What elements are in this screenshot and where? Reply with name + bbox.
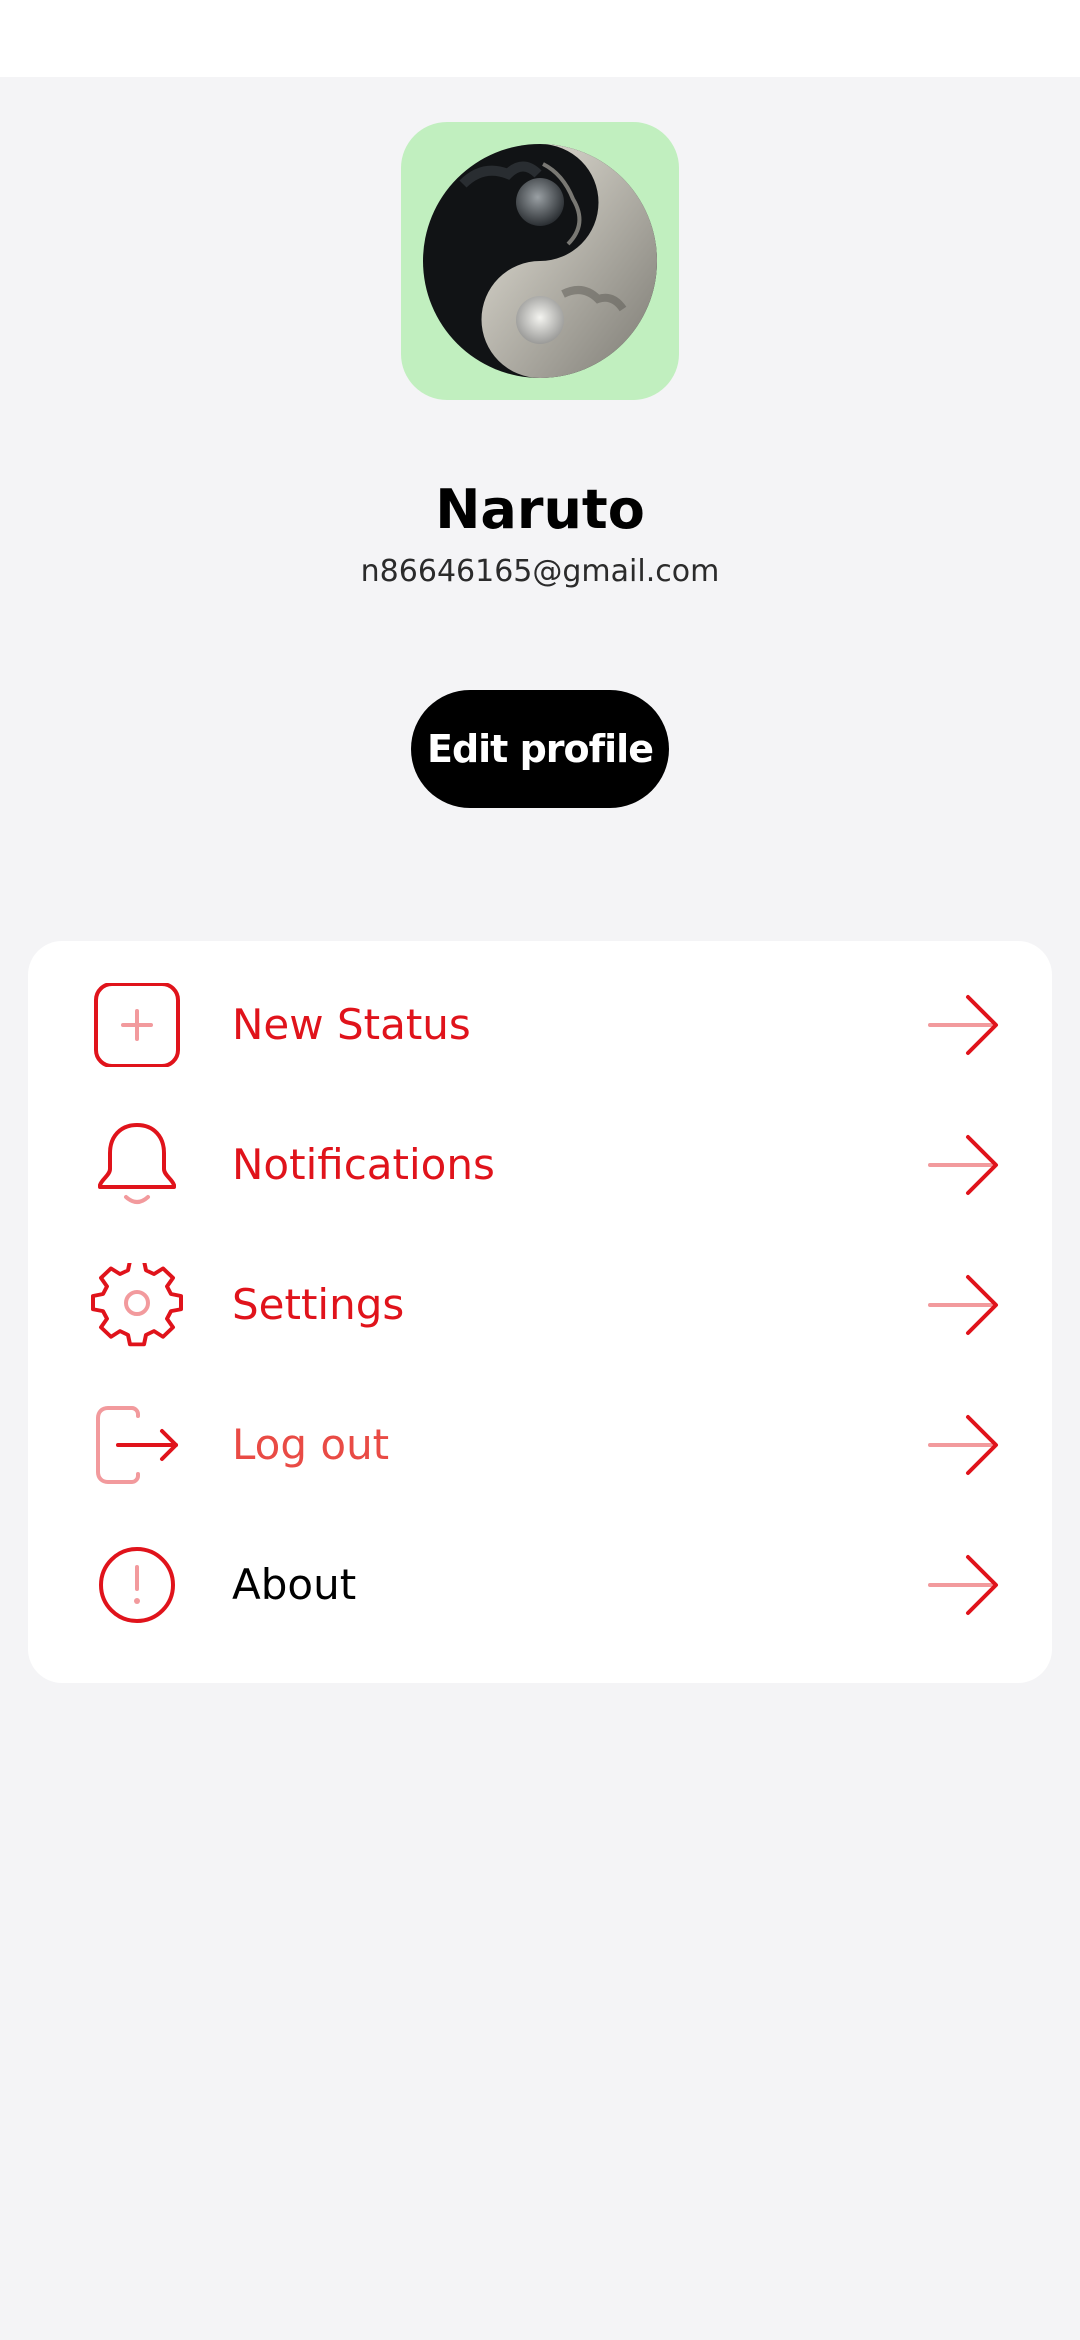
arrow-right-icon bbox=[928, 1555, 998, 1615]
menu-item-label: Log out bbox=[232, 1420, 390, 1469]
arrow-right-icon bbox=[928, 995, 998, 1055]
profile-name: Naruto bbox=[435, 478, 645, 541]
menu-card: New Status Notifications Settings Log ou… bbox=[28, 941, 1052, 1683]
bell-icon bbox=[98, 1123, 176, 1204]
menu-item-notifications[interactable]: Notifications bbox=[28, 1095, 1052, 1235]
menu-item-about[interactable]: About bbox=[28, 1515, 1052, 1655]
logout-icon bbox=[96, 1406, 178, 1484]
avatar[interactable] bbox=[401, 122, 679, 400]
arrow-right-icon bbox=[928, 1135, 998, 1195]
menu-item-new-status[interactable]: New Status bbox=[28, 955, 1052, 1095]
profile-email: n86646165@gmail.com bbox=[360, 554, 720, 589]
menu-item-label: About bbox=[232, 1560, 357, 1609]
avatar-image bbox=[423, 144, 657, 378]
gear-icon bbox=[91, 1263, 183, 1347]
arrow-right-icon bbox=[928, 1275, 998, 1335]
menu-item-label: Settings bbox=[232, 1280, 405, 1329]
menu-item-log-out[interactable]: Log out bbox=[28, 1375, 1052, 1515]
menu-item-label: Notifications bbox=[232, 1140, 495, 1189]
menu-item-settings[interactable]: Settings bbox=[28, 1235, 1052, 1375]
arrow-right-icon bbox=[928, 1415, 998, 1475]
status-bar bbox=[0, 0, 1080, 77]
menu-item-label: New Status bbox=[232, 1000, 471, 1049]
edit-profile-button[interactable]: Edit profile bbox=[411, 690, 669, 808]
add-square-icon bbox=[94, 983, 180, 1067]
info-icon bbox=[99, 1547, 175, 1623]
